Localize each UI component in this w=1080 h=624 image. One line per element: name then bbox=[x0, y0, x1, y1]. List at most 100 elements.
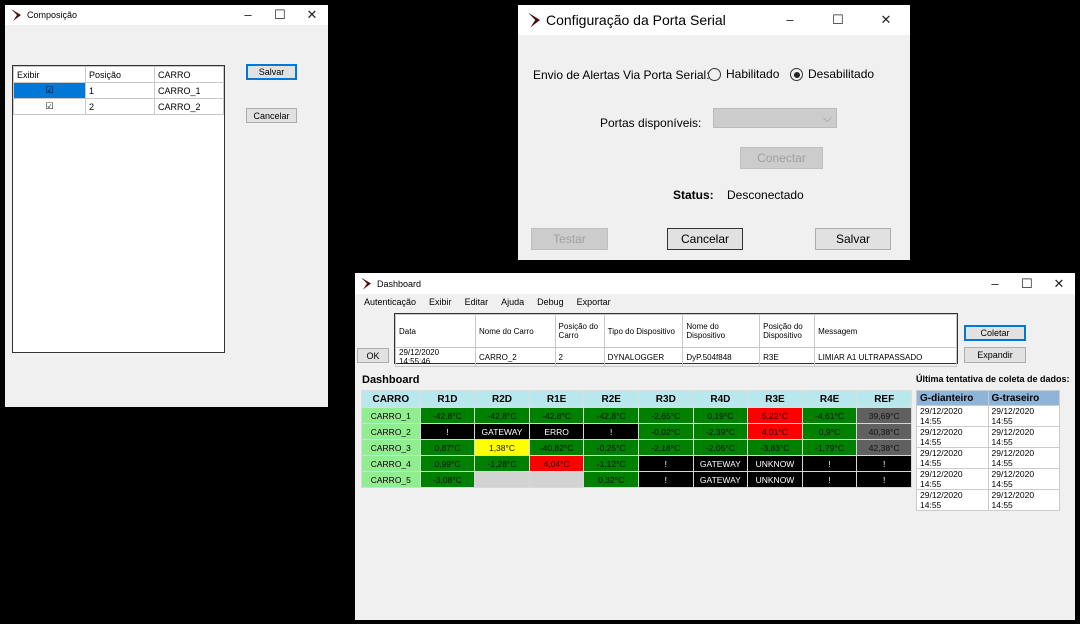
log-header[interactable]: Data bbox=[396, 315, 476, 348]
column-header-r2d[interactable]: R2D bbox=[475, 391, 530, 408]
sensor-cell[interactable]: ! bbox=[639, 456, 694, 472]
log-header[interactable]: Nome do Carro bbox=[475, 315, 555, 348]
log-cell[interactable]: LIMIAR A1 ULTRAPASSADO bbox=[815, 348, 957, 367]
cancelar-button[interactable]: Cancelar bbox=[667, 228, 743, 250]
sensor-cell[interactable] bbox=[529, 472, 584, 488]
sensor-cell[interactable]: -1,79°C bbox=[802, 440, 857, 456]
sensor-cell[interactable]: 5,22°C bbox=[748, 408, 803, 424]
menu-exportar[interactable]: Exportar bbox=[577, 297, 611, 307]
exibir-checkbox[interactable]: ☑ bbox=[14, 99, 86, 115]
table-row[interactable]: CARRO_40,99°C-1,28°C4,04°C-1,12°C!GATEWA… bbox=[362, 456, 912, 472]
table-row[interactable]: 29/12/2020 14:5529/12/2020 14:55 bbox=[917, 490, 1060, 511]
timestamp-cell[interactable]: 29/12/2020 14:55 bbox=[988, 448, 1060, 469]
log-header[interactable]: Tipo do Dispositivo bbox=[604, 315, 683, 348]
sensor-cell[interactable]: ! bbox=[584, 424, 639, 440]
expandir-button[interactable]: Expandir bbox=[964, 347, 1026, 363]
log-cell[interactable]: DYNALOGGER bbox=[604, 348, 683, 367]
table-row[interactable]: 29/12/2020 14:5529/12/2020 14:55 bbox=[917, 469, 1060, 490]
header-posicao[interactable]: Posição bbox=[86, 67, 155, 83]
side-header[interactable]: G-traseiro bbox=[988, 391, 1060, 406]
coletar-button[interactable]: Coletar bbox=[964, 325, 1026, 341]
carro-cell[interactable]: CARRO_5 bbox=[362, 472, 421, 488]
sensor-cell[interactable]: -0,02°C bbox=[639, 424, 694, 440]
sensor-cell[interactable] bbox=[475, 472, 530, 488]
close-icon[interactable]: ✕ bbox=[1043, 276, 1075, 292]
sensor-cell[interactable]: -1,12°C bbox=[584, 456, 639, 472]
column-header-r1e[interactable]: R1E bbox=[529, 391, 584, 408]
menu-autenticacao[interactable]: Autenticação bbox=[364, 297, 416, 307]
sensor-cell[interactable]: 40,38°C bbox=[857, 424, 912, 440]
sensor-cell[interactable]: -42,8°C bbox=[475, 408, 530, 424]
header-exibir[interactable]: Exibir bbox=[14, 67, 86, 83]
maximize-icon[interactable]: ☐ bbox=[814, 12, 862, 28]
sensor-cell[interactable]: 42,38°C bbox=[857, 440, 912, 456]
sensor-cell[interactable]: UNKNOW bbox=[748, 472, 803, 488]
timestamp-cell[interactable]: 29/12/2020 14:55 bbox=[917, 406, 989, 427]
timestamp-cell[interactable]: 29/12/2020 14:55 bbox=[917, 469, 989, 490]
column-header-r3e[interactable]: R3E bbox=[748, 391, 803, 408]
sensor-cell[interactable]: -2,05°C bbox=[693, 440, 748, 456]
sensor-cell[interactable]: -2,18°C bbox=[639, 440, 694, 456]
log-cell[interactable]: 2 bbox=[555, 348, 604, 367]
sensor-cell[interactable]: 39,69°C bbox=[857, 408, 912, 424]
log-header[interactable]: Posição do Carro bbox=[555, 315, 604, 348]
column-header-r2e[interactable]: R2E bbox=[584, 391, 639, 408]
menu-exibir[interactable]: Exibir bbox=[429, 297, 452, 307]
minimize-icon[interactable]: – bbox=[766, 12, 814, 28]
sensor-cell[interactable]: 0,87°C bbox=[420, 440, 475, 456]
sensor-cell[interactable]: ! bbox=[639, 472, 694, 488]
sensor-cell[interactable]: 4,04°C bbox=[529, 456, 584, 472]
sensor-cell[interactable]: -1,28°C bbox=[475, 456, 530, 472]
sensor-cell[interactable]: -42,8°C bbox=[584, 408, 639, 424]
column-header-r4d[interactable]: R4D bbox=[693, 391, 748, 408]
table-row[interactable]: CARRO_1-42,8°C-42,8°C-42,8°C-42,8°C-2,65… bbox=[362, 408, 912, 424]
table-row[interactable]: 29/12/2020 14:5529/12/2020 14:55 bbox=[917, 427, 1060, 448]
cell-posicao[interactable]: 2 bbox=[86, 99, 155, 115]
sensor-cell[interactable]: -42,8°C bbox=[420, 408, 475, 424]
cancelar-button[interactable]: Cancelar bbox=[246, 108, 297, 123]
table-row[interactable]: 29/12/2020 14:5529/12/2020 14:55 bbox=[917, 406, 1060, 427]
sensor-cell[interactable]: -3,83°C bbox=[748, 440, 803, 456]
column-header-r1d[interactable]: R1D bbox=[420, 391, 475, 408]
column-header-carro[interactable]: CARRO bbox=[362, 391, 421, 408]
timestamp-cell[interactable]: 29/12/2020 14:55 bbox=[917, 490, 989, 511]
close-icon[interactable]: ✕ bbox=[862, 12, 910, 28]
table-row[interactable]: CARRO_2!GATEWAYERRO!-0,02°C-2,39°C4,01°C… bbox=[362, 424, 912, 440]
table-row[interactable]: 29/12/2020 14:5529/12/2020 14:55 bbox=[917, 448, 1060, 469]
portas-dropdown[interactable]: ⌵ bbox=[713, 108, 837, 128]
testar-button[interactable]: Testar bbox=[531, 228, 608, 250]
sensor-cell[interactable]: -40,82°C bbox=[529, 440, 584, 456]
minimize-icon[interactable]: – bbox=[232, 7, 264, 23]
habilitado-radio[interactable]: Habilitado bbox=[708, 67, 779, 81]
timestamp-cell[interactable]: 29/12/2020 14:55 bbox=[988, 469, 1060, 490]
carro-cell[interactable]: CARRO_4 bbox=[362, 456, 421, 472]
sensor-cell[interactable]: ERRO bbox=[529, 424, 584, 440]
sensor-cell[interactable]: 0,9°C bbox=[802, 424, 857, 440]
desabilitado-radio[interactable]: Desabilitado bbox=[790, 67, 874, 81]
column-header-ref[interactable]: REF bbox=[857, 391, 912, 408]
side-header[interactable]: G-dianteiro bbox=[917, 391, 989, 406]
salvar-button[interactable]: Salvar bbox=[246, 64, 297, 80]
salvar-button[interactable]: Salvar bbox=[815, 228, 891, 250]
table-row[interactable]: ☑2CARRO_2 bbox=[14, 99, 224, 115]
carro-cell[interactable]: CARRO_1 bbox=[362, 408, 421, 424]
maximize-icon[interactable]: ☐ bbox=[1011, 276, 1043, 292]
log-header[interactable]: Nome do Dispositivo bbox=[683, 315, 760, 348]
sensor-cell[interactable]: 4,01°C bbox=[748, 424, 803, 440]
exibir-checkbox[interactable]: ☑ bbox=[14, 83, 86, 99]
sensor-cell[interactable]: ! bbox=[802, 456, 857, 472]
sensor-cell[interactable]: ! bbox=[857, 472, 912, 488]
sensor-cell[interactable]: GATEWAY bbox=[693, 472, 748, 488]
ok-button[interactable]: OK bbox=[357, 348, 389, 363]
table-row[interactable]: 29/12/2020 14:55:46CARRO_22DYNALOGGERDyP… bbox=[396, 348, 957, 367]
conectar-button[interactable]: Conectar bbox=[740, 147, 823, 169]
carro-cell[interactable]: CARRO_3 bbox=[362, 440, 421, 456]
minimize-icon[interactable]: – bbox=[979, 276, 1011, 292]
sensor-cell[interactable]: UNKNOW bbox=[748, 456, 803, 472]
sensor-cell[interactable]: -4,61°C bbox=[802, 408, 857, 424]
timestamp-cell[interactable]: 29/12/2020 14:55 bbox=[988, 427, 1060, 448]
sensor-cell[interactable]: 1,38°C bbox=[475, 440, 530, 456]
header-carro[interactable]: CARRO bbox=[155, 67, 224, 83]
sensor-cell[interactable]: 0,32°C bbox=[584, 472, 639, 488]
menu-editar[interactable]: Editar bbox=[465, 297, 489, 307]
